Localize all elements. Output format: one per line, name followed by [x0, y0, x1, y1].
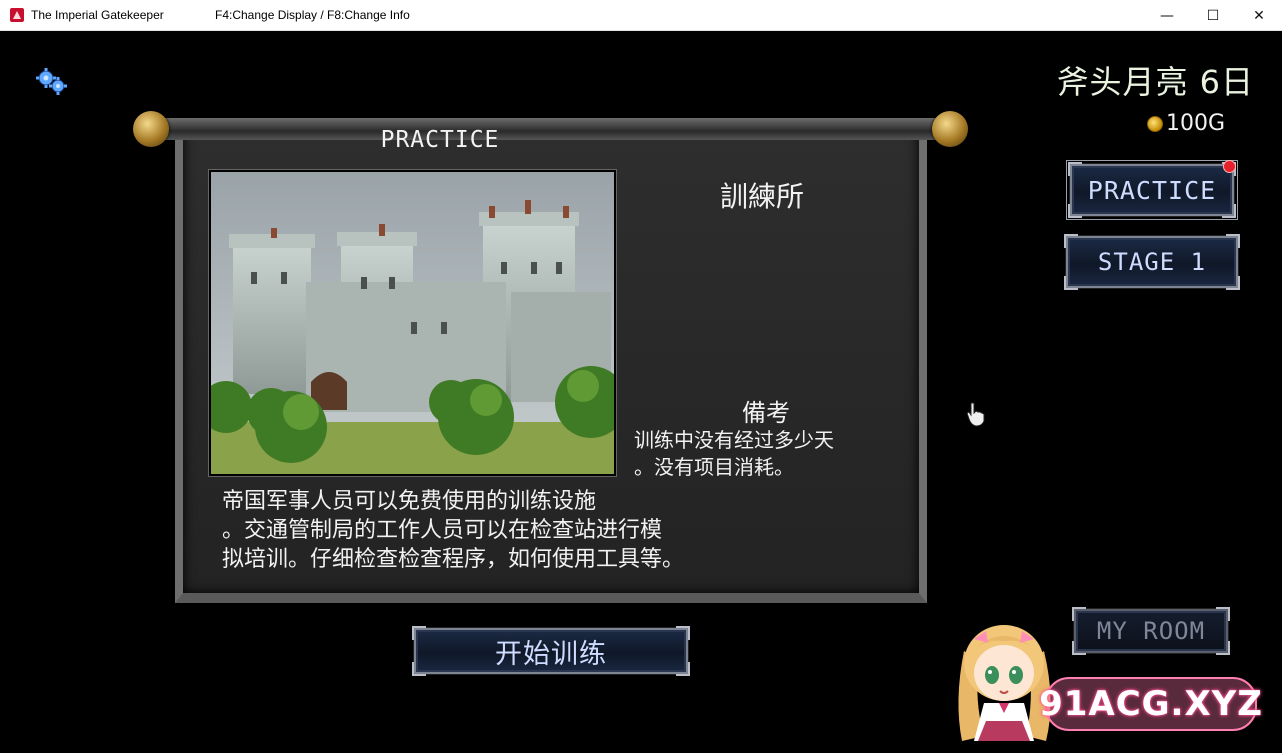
my-room-label: MY ROOM	[1096, 617, 1206, 645]
facility-castle-image	[208, 169, 617, 477]
notification-dot-icon	[1223, 160, 1236, 173]
gold-amount: 100G	[1166, 111, 1226, 136]
scroll-rod	[140, 118, 962, 140]
gold-counter: 100G	[1147, 111, 1225, 136]
notes-title: 備考	[742, 399, 790, 427]
notes-text: 训练中没有经过多少天 。没有项目消耗。	[634, 428, 834, 479]
button-corner	[1072, 641, 1086, 655]
scroll-knob-right	[932, 111, 968, 147]
button-corner	[1068, 162, 1082, 176]
in-game-date: 斧头月亮 6日	[1056, 63, 1254, 101]
button-corner	[1064, 276, 1078, 290]
close-button[interactable]: ✕	[1236, 0, 1282, 31]
practice-menu-label: PRACTICE	[1087, 175, 1217, 205]
stage-menu-label: STAGE 1	[1097, 248, 1207, 276]
my-room-button[interactable]: MY ROOM	[1072, 607, 1230, 655]
window-hint: F4:Change Display / F8:Change Info	[215, 8, 410, 22]
gold-coin-icon	[1147, 115, 1163, 132]
button-corner	[1216, 607, 1230, 621]
start-training-button[interactable]: 开始训练	[412, 626, 690, 676]
start-training-label: 开始训练	[495, 638, 607, 670]
button-corner	[676, 626, 690, 640]
facility-name: 訓練所	[720, 180, 805, 213]
window-titlebar: The Imperial Gatekeeper F4:Change Displa…	[0, 0, 1282, 31]
panel-title: PRACTICE	[380, 127, 500, 153]
chibi-character-image	[958, 625, 1051, 741]
button-corner	[1072, 607, 1086, 621]
button-corner	[412, 626, 426, 640]
window-title: The Imperial Gatekeeper	[31, 8, 164, 22]
game-screen: 斧头月亮 6日 100G PRACTICE 訓練所 備考 训练中没有经过多少天 …	[0, 31, 1282, 752]
settings-gear-icon[interactable]	[34, 67, 70, 97]
maximize-button[interactable]: ☐	[1190, 0, 1236, 31]
minimize-button[interactable]: —	[1144, 0, 1190, 31]
button-corner	[1216, 641, 1230, 655]
hand-cursor-icon	[966, 402, 985, 427]
scroll-knob-left	[133, 111, 169, 147]
practice-menu-button[interactable]: PRACTICE	[1066, 160, 1238, 220]
site-watermark: 91ACG.XYZ	[1039, 677, 1262, 731]
button-corner	[676, 662, 690, 676]
button-corner	[1226, 276, 1240, 290]
facility-description: 帝国军事人员可以免费使用的训练设施 。交通管制局的工作人员可以在检查站进行模 拟…	[222, 489, 685, 572]
button-corner	[1064, 234, 1078, 248]
button-corner	[1222, 204, 1236, 218]
button-corner	[412, 662, 426, 676]
stage-menu-button[interactable]: STAGE 1	[1064, 234, 1240, 290]
button-corner	[1226, 234, 1240, 248]
app-icon	[10, 8, 24, 22]
button-corner	[1068, 204, 1082, 218]
